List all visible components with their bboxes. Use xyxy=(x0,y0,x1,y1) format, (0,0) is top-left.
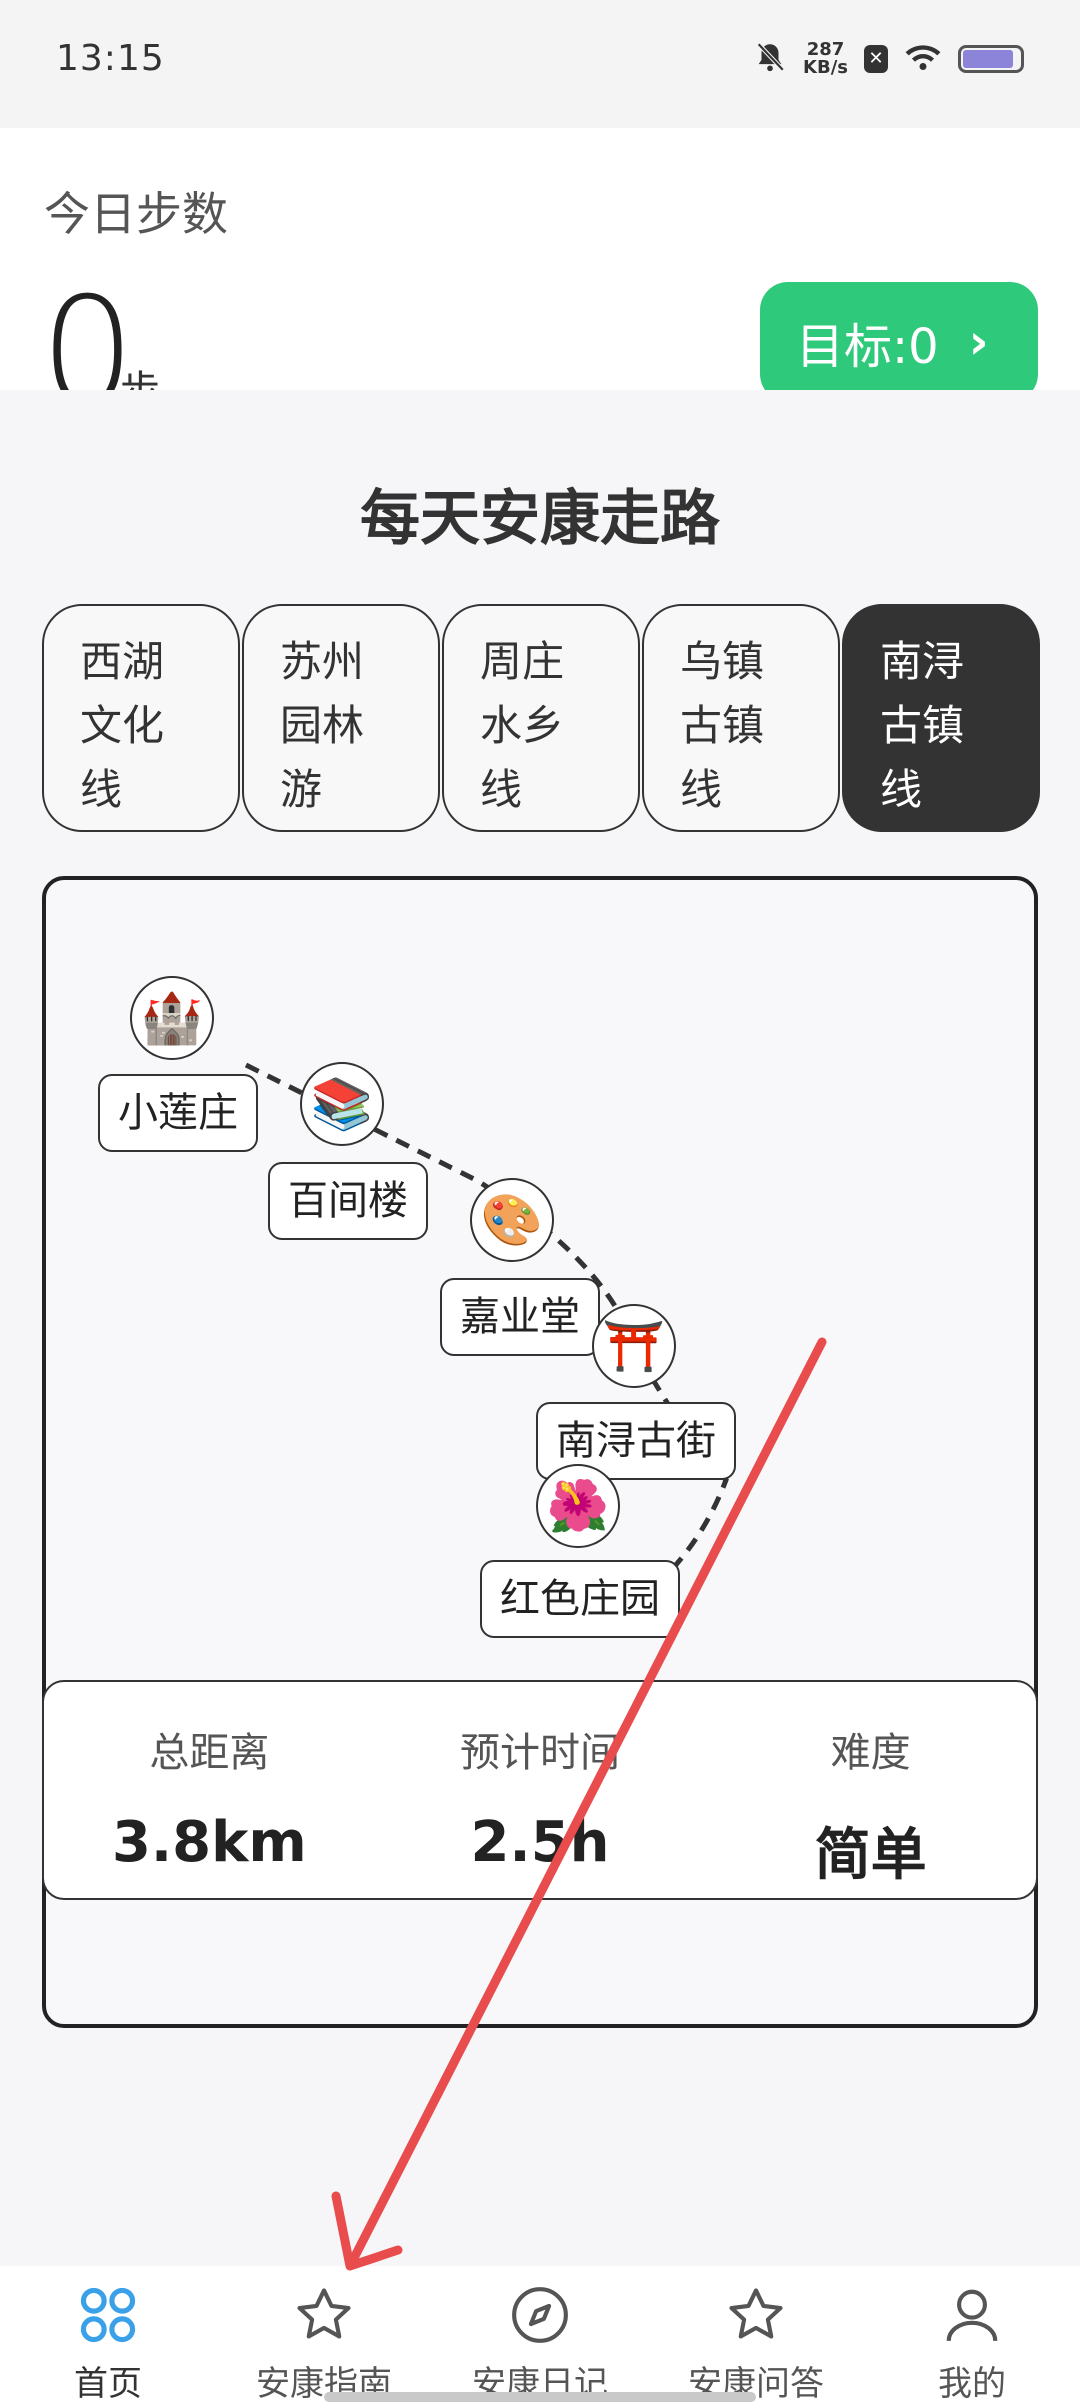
stop-label[interactable]: 红色庄园 xyxy=(480,1560,680,1638)
nav-home[interactable]: 首页 xyxy=(0,2266,216,2408)
home-indicator[interactable] xyxy=(324,2392,756,2402)
chevron-right-icon: › xyxy=(968,314,989,370)
castle-icon[interactable]: 🏰 xyxy=(130,976,214,1060)
stat-label: 总距离 xyxy=(149,1730,270,1776)
nav-guide[interactable]: 安康指南 xyxy=(216,2266,432,2408)
wifi-icon xyxy=(904,42,942,76)
stop-label[interactable]: 小莲庄 xyxy=(98,1074,258,1152)
hibiscus-icon[interactable]: 🌺 xyxy=(536,1464,620,1548)
route-tab-zhouzhuang[interactable]: 周庄 水乡 线 xyxy=(442,604,640,832)
goal-button[interactable]: 目标:0 › xyxy=(760,282,1038,390)
stat-value: 简单 xyxy=(814,1823,927,1888)
nav-mine[interactable]: 我的 xyxy=(864,2266,1080,2408)
stat-value: 2.5h xyxy=(470,1810,610,1875)
star-icon xyxy=(721,2280,791,2350)
nav-label: 我的 xyxy=(938,2364,1006,2404)
steps-unit: 步 xyxy=(120,358,160,390)
battery-icon xyxy=(958,45,1024,73)
status-bar: 13:15 287 KB/s ✕ xyxy=(0,0,1080,128)
bell-muted-icon xyxy=(753,40,787,78)
stat-time: 预计时间 2.5h xyxy=(375,1682,706,1898)
steps-title: 今日步数 xyxy=(44,187,228,241)
goal-label: 目标:0 xyxy=(796,319,939,375)
books-icon[interactable]: 📚 xyxy=(300,1062,384,1146)
route-stats-card: 总距离 3.8km 预计时间 2.5h 难度 简单 xyxy=(42,1680,1038,1900)
route-tabs: 西湖 文化 线 苏州 园林 游 周庄 水乡 线 乌镇 古镇 线 南浔 古镇 线 xyxy=(42,604,1042,832)
route-tab-wuzhen[interactable]: 乌镇 古镇 线 xyxy=(642,604,840,832)
route-sheet: 每天安康走路 西湖 文化 线 苏州 园林 游 周庄 水乡 线 乌镇 古镇 线 南… xyxy=(0,390,1080,2266)
stat-label: 预计时间 xyxy=(460,1730,620,1776)
route-tab-suzhou[interactable]: 苏州 园林 游 xyxy=(242,604,440,832)
stat-value: 3.8km xyxy=(111,1810,307,1875)
stop-label[interactable]: 百间楼 xyxy=(268,1162,428,1240)
route-tab-nanxun[interactable]: 南浔 古镇 线 xyxy=(842,604,1040,832)
nav-diary[interactable]: 安康日记 xyxy=(432,2266,648,2408)
bottom-nav: 首页 安康指南 安康日记 安康问答 我的 xyxy=(0,2266,1080,2408)
nav-qa[interactable]: 安康问答 xyxy=(648,2266,864,2408)
stop-label[interactable]: 嘉业堂 xyxy=(440,1278,600,1356)
stat-distance: 总距离 3.8km xyxy=(44,1682,375,1898)
status-icons: 287 KB/s ✕ xyxy=(753,40,1024,78)
palette-icon[interactable]: 🎨 xyxy=(470,1178,554,1262)
compass-icon xyxy=(505,2280,575,2350)
star-icon xyxy=(289,2280,359,2350)
route-title: 每天安康走路 xyxy=(360,484,720,554)
person-icon xyxy=(937,2280,1007,2350)
app-notification-icon: ✕ xyxy=(864,45,888,73)
route-tab-xihu[interactable]: 西湖 文化 线 xyxy=(42,604,240,832)
torii-gate-icon[interactable]: ⛩️ xyxy=(592,1304,676,1388)
nav-label: 首页 xyxy=(74,2364,142,2404)
net-speed-unit: KB/s xyxy=(803,57,848,78)
status-time: 13:15 xyxy=(56,38,165,79)
stat-difficulty: 难度 简单 xyxy=(705,1682,1036,1898)
grid-icon xyxy=(73,2280,143,2350)
steps-card: 今日步数 0 步 目标:0 › xyxy=(0,128,1080,390)
net-speed: 287 KB/s xyxy=(803,41,848,77)
stat-label: 难度 xyxy=(830,1730,911,1776)
